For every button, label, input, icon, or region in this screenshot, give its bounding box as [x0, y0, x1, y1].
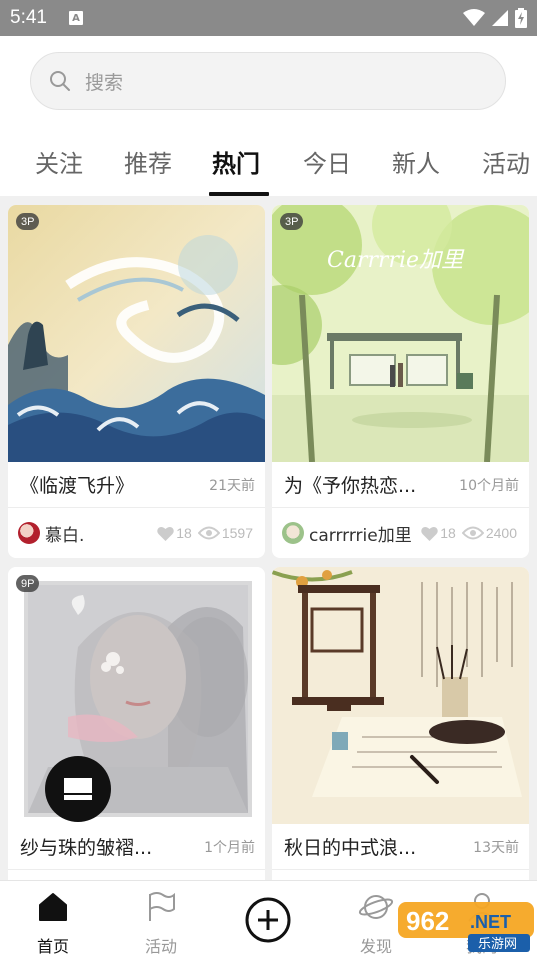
- heart-icon[interactable]: [421, 526, 439, 541]
- tab-today[interactable]: 今日: [303, 144, 351, 179]
- artwork-thumbnail[interactable]: [272, 567, 529, 824]
- nav-home-label: 首页: [36, 937, 69, 956]
- gallery-icon: [64, 778, 92, 800]
- flag-icon: [149, 892, 175, 921]
- tab-recommend[interactable]: 推荐: [124, 144, 172, 179]
- artwork-title: 《临渡飞升》: [20, 475, 135, 497]
- page-count-badge: 9P: [16, 575, 40, 592]
- signal-icon: [492, 10, 508, 26]
- view-count: 2400: [485, 525, 517, 541]
- author-name[interactable]: 慕白.: [45, 521, 84, 546]
- card-author-row: carrrrrie加里 18 2400: [272, 508, 529, 558]
- view-count: 1597: [221, 525, 253, 541]
- tab-follow[interactable]: 关注: [35, 144, 83, 179]
- add-circle-icon: [245, 897, 291, 943]
- home-icon: [39, 893, 67, 921]
- page-count-badge: 3P: [16, 213, 40, 230]
- planet-icon: [358, 895, 394, 919]
- tab-hot[interactable]: 热门: [212, 144, 260, 179]
- artwork-thumbnail[interactable]: Carrrrie加里 3P: [272, 205, 529, 462]
- category-tabs: 关注 推荐 热门 今日 新人 活动: [0, 128, 537, 196]
- tab-newcomer[interactable]: 新人: [392, 144, 440, 179]
- post-time: 1个月前: [204, 839, 255, 856]
- artwork-title: 纱与珠的皱褶...: [20, 837, 153, 859]
- avatar[interactable]: [282, 522, 304, 544]
- card-title-row: 纱与珠的皱褶... 1个月前: [8, 824, 265, 870]
- active-tab-indicator: [209, 192, 269, 196]
- card-title-row: 秋日的中式浪... 13天前: [272, 824, 529, 870]
- like-count: 18: [440, 525, 456, 541]
- nav-activity[interactable]: 活动: [116, 881, 206, 956]
- notification-a-icon: A: [68, 11, 83, 25]
- search-placeholder: 搜索: [85, 71, 124, 94]
- artwork-card[interactable]: 3P 《临渡飞升》 21天前 慕白. 18 1597: [8, 205, 265, 558]
- like-count: 18: [176, 525, 192, 541]
- header: 搜索 关注 推荐 热门 今日 新人 活动: [0, 36, 537, 196]
- avatar[interactable]: [18, 522, 40, 544]
- eye-icon: [197, 526, 220, 540]
- heart-icon[interactable]: [157, 526, 175, 541]
- search-bar[interactable]: 搜索: [30, 52, 506, 110]
- artwork-card[interactable]: 9P 纱与珠的皱褶... 1个月前: [8, 567, 265, 887]
- artwork-thumbnail[interactable]: 3P: [8, 205, 265, 462]
- status-bar: 5:41 A: [0, 0, 537, 36]
- card-title-row: 《临渡飞升》 21天前: [8, 462, 265, 508]
- watermark-number: 962: [406, 906, 449, 936]
- artwork-signature: Carrrrie加里: [327, 248, 465, 273]
- nav-home[interactable]: 首页: [8, 881, 98, 956]
- card-title-row: 为《予你热恋... 10个月前: [272, 462, 529, 508]
- post-time: 13天前: [473, 839, 519, 856]
- artwork-title: 为《予你热恋...: [284, 475, 417, 497]
- artwork-card[interactable]: 秋日的中式浪... 13天前: [272, 567, 529, 887]
- post-time: 10个月前: [459, 477, 519, 494]
- page-count-badge: 3P: [280, 213, 304, 230]
- watermark-sub: 乐游网: [478, 937, 517, 952]
- tab-events[interactable]: 活动: [482, 144, 530, 179]
- nav-activity-label: 活动: [144, 937, 177, 956]
- nav-publish[interactable]: [223, 881, 313, 956]
- watermark-suffix: .NET: [470, 912, 511, 932]
- artwork-title: 秋日的中式浪...: [284, 837, 417, 859]
- status-time: 5:41: [10, 7, 47, 28]
- post-time: 21天前: [209, 477, 255, 494]
- search-icon: [50, 71, 70, 91]
- artwork-card[interactable]: Carrrrie加里 3P 为《予你热恋... 10个月前 carrrrrie加…: [272, 205, 529, 558]
- floating-gallery-button[interactable]: [45, 756, 111, 822]
- wifi-icon: [463, 9, 485, 26]
- site-watermark: 962 .NET 乐游网: [398, 898, 534, 954]
- eye-icon: [461, 526, 484, 540]
- battery-icon: [515, 8, 527, 28]
- card-author-row: 慕白. 18 1597: [8, 508, 265, 558]
- author-name[interactable]: carrrrrie加里: [309, 521, 412, 546]
